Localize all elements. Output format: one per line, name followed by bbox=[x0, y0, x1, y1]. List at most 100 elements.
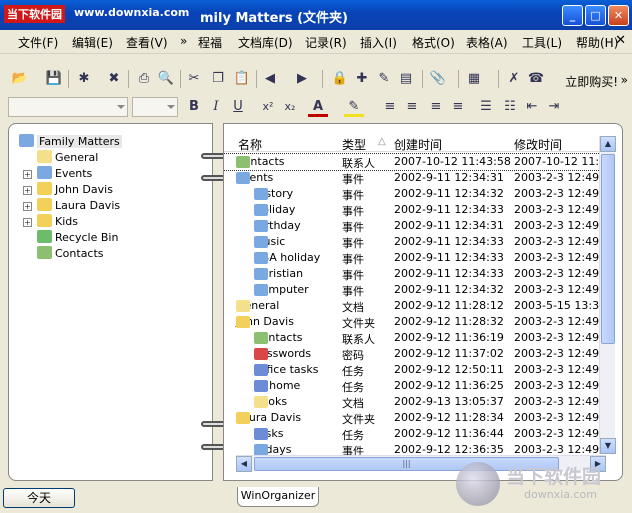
scroll-up-icon[interactable]: ▲ bbox=[600, 136, 616, 152]
menu-item[interactable]: 插入(I) bbox=[360, 34, 397, 51]
decrease-indent-icon[interactable]: ⇤ bbox=[522, 97, 542, 117]
list-row[interactable]: Passwords 密码 2002-9-12 11:37:02 2003-2-3 12… bbox=[224, 346, 610, 362]
edit-icon[interactable]: ✎ bbox=[374, 69, 394, 89]
list-row[interactable]: USA holiday 事件 2002-9-11 12:34:33 2003-2-3 … bbox=[224, 250, 610, 266]
list-row[interactable]: Contacts 联系人 2007-10-12 11:43:58 2007-10-12… bbox=[224, 153, 613, 171]
close-button[interactable]: ✕ bbox=[608, 5, 629, 26]
scroll-down-icon[interactable]: ▼ bbox=[600, 438, 616, 454]
calendar-icon bbox=[254, 188, 268, 200]
menu-item[interactable]: 编辑(E) bbox=[72, 34, 113, 51]
tree-root[interactable]: Family Matters bbox=[19, 134, 122, 150]
list-row[interactable]: Books 文档 2002-9-13 13:05:37 2003-2-3 12:49:… bbox=[224, 394, 610, 410]
scroll-left-icon[interactable]: ◀ bbox=[236, 456, 252, 472]
menu-item[interactable]: 帮助(H) bbox=[576, 34, 618, 51]
properties-icon[interactable]: ▤ bbox=[396, 69, 416, 89]
minimize-button[interactable]: _ bbox=[562, 5, 583, 26]
menu-item[interactable]: 格式(O) bbox=[412, 34, 455, 51]
expand-icon[interactable]: + bbox=[23, 202, 32, 211]
folder-icon bbox=[37, 198, 52, 211]
increase-indent-icon[interactable]: ⇥ bbox=[544, 97, 564, 117]
lock-icon[interactable]: 🔒 bbox=[330, 69, 350, 89]
row-name-cell: Christian bbox=[254, 267, 303, 280]
list-row[interactable]: Contacts 联系人 2002-9-12 11:36:19 2003-2-3 12… bbox=[224, 330, 610, 346]
expand-icon[interactable]: + bbox=[23, 218, 32, 227]
superscript-icon[interactable]: x² bbox=[258, 97, 278, 117]
list-row[interactable]: Computer 事件 2002-9-11 12:34:32 2003-2-3 12:… bbox=[224, 282, 610, 298]
row-modified-cell: 2003-2-3 12:49:3 bbox=[514, 427, 610, 440]
attachment-icon[interactable]: 📎 bbox=[428, 69, 448, 89]
tools-icon[interactable]: ✗ bbox=[504, 69, 524, 89]
column-header-type[interactable]: 类型 bbox=[342, 136, 366, 153]
buy-now-link[interactable]: 立即购买! bbox=[565, 73, 618, 90]
column-header-name[interactable]: 名称 bbox=[238, 136, 262, 153]
bold-icon[interactable]: B bbox=[184, 97, 204, 117]
expand-icon[interactable]: + bbox=[23, 186, 32, 195]
font-name-combo[interactable] bbox=[8, 97, 128, 117]
today-button[interactable]: 今天 bbox=[3, 488, 75, 508]
menu-item[interactable]: 文档库(D) bbox=[238, 34, 293, 51]
tree-item[interactable]: Contacts bbox=[37, 246, 104, 262]
menu-item[interactable]: 工具(L) bbox=[522, 34, 562, 51]
paste-icon[interactable]: 📋 bbox=[232, 69, 252, 89]
save-icon[interactable]: 💾 bbox=[44, 69, 64, 89]
new-document-icon[interactable]: 📂 bbox=[10, 69, 30, 89]
cut-icon[interactable]: ✂ bbox=[184, 69, 204, 89]
phone-icon[interactable]: ☎ bbox=[526, 69, 546, 89]
list-row[interactable]: Office tasks 任务 2002-9-12 12:50:11 2003-2-3… bbox=[224, 362, 610, 378]
font-size-combo[interactable] bbox=[132, 97, 178, 117]
italic-icon[interactable]: I bbox=[206, 97, 226, 117]
tab-winorganizer[interactable]: WinOrganizer bbox=[237, 487, 319, 507]
row-modified-cell: 2003-2-3 12:49:3 bbox=[514, 235, 610, 248]
menu-item[interactable]: » bbox=[180, 34, 187, 48]
justify-icon[interactable]: ≡ bbox=[448, 97, 468, 117]
tree-item[interactable]: Laura Davis bbox=[37, 198, 120, 214]
list-row[interactable]: Holiday 事件 2002-9-11 12:34:33 2003-2-3 12:4… bbox=[224, 202, 610, 218]
tree-item[interactable]: Recycle Bin bbox=[37, 230, 118, 246]
list-row[interactable]: Birthday 事件 2002-9-11 12:34:31 2003-2-3 12:… bbox=[224, 218, 610, 234]
highlight-icon[interactable]: ✎ bbox=[344, 97, 364, 117]
font-color-icon[interactable]: A bbox=[308, 97, 328, 117]
menu-item[interactable]: 程福 bbox=[198, 34, 222, 51]
print-preview-icon[interactable]: 🔍 bbox=[156, 69, 176, 89]
new-item-icon[interactable]: ✱ bbox=[74, 69, 94, 89]
copy-icon[interactable]: ❐ bbox=[208, 69, 228, 89]
list-row[interactable]: Music 事件 2002-9-11 12:34:33 2003-2-3 12:49:… bbox=[224, 234, 610, 250]
menu-item[interactable]: 表格(A) bbox=[466, 34, 508, 51]
underline-icon[interactable]: U bbox=[228, 97, 248, 117]
forward-icon[interactable]: ▶ bbox=[292, 69, 312, 89]
tree-item[interactable]: General bbox=[37, 150, 98, 166]
tree-item[interactable]: John Davis bbox=[37, 182, 113, 198]
align-right-icon[interactable]: ≡ bbox=[426, 97, 446, 117]
list-row[interactable]: John Davis 文件夹 2002-9-12 11:28:32 2003-2-3 … bbox=[224, 314, 610, 330]
list-row[interactable]: Christian 事件 2002-9-11 12:34:33 2003-2-3 12… bbox=[224, 266, 610, 282]
expand-icon[interactable]: + bbox=[23, 170, 32, 179]
align-left-icon[interactable]: ≡ bbox=[380, 97, 400, 117]
list-row[interactable]: Events 事件 2002-9-11 12:34:31 2003-2-3 12:49… bbox=[224, 170, 610, 186]
tree-item[interactable]: Events bbox=[37, 166, 92, 182]
scroll-thumb[interactable] bbox=[601, 154, 615, 344]
list-row[interactable]: History 事件 2002-9-11 12:34:32 2003-2-3 12:4… bbox=[224, 186, 610, 202]
back-icon[interactable]: ◀ bbox=[260, 69, 280, 89]
maximize-button[interactable]: □ bbox=[585, 5, 606, 26]
align-center-icon[interactable]: ≡ bbox=[402, 97, 422, 117]
menu-item[interactable]: 查看(V) bbox=[126, 34, 168, 51]
menu-item[interactable]: 记录(R) bbox=[305, 34, 347, 51]
numbered-list-icon[interactable]: ☷ bbox=[500, 97, 520, 117]
column-header-modified[interactable]: 修改时间 bbox=[514, 136, 562, 153]
table-icon[interactable]: ▦ bbox=[464, 69, 484, 89]
subscript-icon[interactable]: x₂ bbox=[280, 97, 300, 117]
row-modified-cell: 2003-2-3 12:49:3 bbox=[514, 283, 610, 296]
column-header-created[interactable]: 创建时间 bbox=[394, 136, 442, 153]
delete-icon[interactable]: ✖ bbox=[104, 69, 124, 89]
toolbar-more-icon[interactable]: » bbox=[621, 73, 628, 87]
menu-item[interactable]: 文件(F) bbox=[18, 34, 58, 51]
add-record-icon[interactable]: ✚ bbox=[352, 69, 372, 89]
vertical-scrollbar[interactable]: ▲ ▼ bbox=[599, 136, 616, 454]
print-icon[interactable]: ⎙ bbox=[134, 69, 154, 89]
list-row[interactable]: Tasks 任务 2002-9-12 11:36:44 2003-2-3 12:49:… bbox=[224, 426, 610, 442]
bullet-list-icon[interactable]: ☰ bbox=[476, 97, 496, 117]
list-row[interactable]: Laura Davis 文件夹 2002-9-12 11:28:34 2003-2-3… bbox=[224, 410, 610, 426]
list-row[interactable]: General 文档 2002-9-12 11:28:12 2003-5-15 13:… bbox=[224, 298, 610, 314]
tree-item[interactable]: Kids bbox=[37, 214, 78, 230]
list-row[interactable]: At home 任务 2002-9-12 11:36:25 2003-2-3 12:4… bbox=[224, 378, 610, 394]
